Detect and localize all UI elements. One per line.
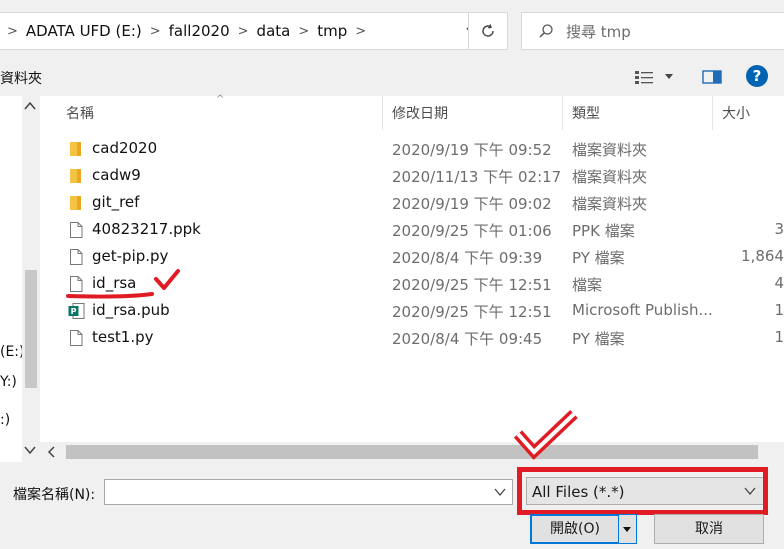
file-type: 檔案資料夾 [572,141,648,159]
nav-item-drive-e[interactable]: (E:) [0,344,25,360]
file-name: id_rsa.pub [92,301,170,319]
sort-ascending-icon: ^ [216,94,225,105]
file-name: 40823217.ppk [92,220,201,238]
file-date: 2020/9/25 下午 12:51 [392,303,552,321]
file-size: 3 [774,220,784,238]
file-type: PY 檔案 [572,249,625,267]
file-name: get-pip.py [92,247,169,265]
breadcrumb-separator-icon[interactable]: > [355,24,366,39]
column-divider[interactable] [562,96,563,130]
file-icon [70,249,83,265]
caret-down-icon[interactable] [664,73,674,81]
file-size: 1,864 [741,247,784,265]
file-row[interactable]: 40823217.ppk 2020/9/25 下午 01:06 PPK 檔案 3 [40,217,784,244]
file-type: PY 檔案 [572,330,625,348]
file-type: 檔案 [572,276,603,294]
annotation-highlight-box [517,467,768,515]
column-header-type[interactable]: 類型 [572,96,600,130]
open-split-button[interactable] [619,514,637,544]
file-icon [70,330,83,346]
column-header-date[interactable]: 修改日期 [392,96,448,130]
cancel-button[interactable]: 取消 [654,514,764,544]
horizontal-scrollbar[interactable] [40,442,784,462]
column-divider[interactable] [382,96,383,130]
caret-down-icon [623,527,631,532]
chevron-down-icon[interactable] [494,487,506,497]
file-type: 檔案資料夾 [572,168,648,186]
file-size: 1 [774,301,784,319]
file-name: git_ref [92,193,140,211]
file-date: 2020/8/4 下午 09:39 [392,249,543,267]
folder-icon [70,142,81,156]
horizontal-scrollbar-thumb[interactable] [66,445,758,459]
file-date: 2020/9/25 下午 01:06 [392,222,552,240]
breadcrumb-fall2020[interactable]: fall2020 [169,22,230,40]
breadcrumb-separator-icon[interactable]: > [238,24,249,39]
file-date: 2020/9/19 下午 09:02 [392,195,552,213]
file-type: Microsoft Publish... [572,301,712,319]
folder-icon [70,196,81,210]
svg-text:P: P [71,307,77,316]
breadcrumb-separator-icon[interactable]: > [7,24,18,39]
address-bar[interactable]: > ADATA UFD (E:) > fall2020 > data > tmp… [0,12,490,50]
file-type: PPK 檔案 [572,222,635,240]
scroll-down-icon[interactable] [23,444,37,456]
help-icon[interactable]: ? [746,65,768,87]
filename-input[interactable] [104,479,513,505]
file-name: cadw9 [92,166,141,184]
annotation-underline-check [66,269,180,299]
nav-item-drive-y[interactable]: Y:) [0,374,17,390]
open-button[interactable]: 開啟(O) [530,514,620,544]
search-box[interactable]: 搜尋 tmp [521,12,784,50]
column-header-name[interactable]: 名稱 [66,96,94,130]
file-size: 1 [774,328,784,346]
file-date: 2020/11/13 下午 02:17 [392,168,562,186]
file-row[interactable]: P id_rsa.pub 2020/9/25 下午 12:51 Microsof… [40,298,784,325]
file-date: 2020/9/19 下午 09:52 [392,141,552,159]
scroll-left-icon[interactable] [46,445,56,459]
file-row[interactable]: cadw9 2020/11/13 下午 02:17 檔案資料夾 [40,163,784,190]
file-name: cad2020 [92,139,158,157]
search-placeholder[interactable]: 搜尋 tmp [566,21,631,42]
search-icon [539,24,553,38]
breadcrumb-data[interactable]: data [257,22,291,40]
folder-icon [70,169,81,183]
refresh-icon [482,24,494,37]
file-row[interactable]: git_ref 2020/9/19 下午 09:02 檔案資料夾 [40,190,784,217]
file-row[interactable]: cad2020 2020/9/19 下午 09:52 檔案資料夾 [40,136,784,163]
breadcrumb-drive[interactable]: ADATA UFD (E:) [26,22,142,40]
file-size: 4 [774,274,784,292]
file-icon [70,222,83,238]
column-divider[interactable] [712,96,713,130]
preview-pane-icon[interactable] [702,69,722,85]
scroll-up-icon[interactable] [23,100,37,112]
filename-label: 檔案名稱(N): [13,487,96,503]
toolbar: 資料夾 ? [0,58,784,96]
file-date: 2020/9/25 下午 12:51 [392,276,552,294]
breadcrumb-separator-icon[interactable]: > [150,24,161,39]
nav-scrollbar-thumb[interactable] [25,270,37,388]
refresh-button[interactable] [468,12,508,50]
breadcrumb-tmp[interactable]: tmp [317,22,347,40]
file-row[interactable]: test1.py 2020/8/4 下午 09:45 PY 檔案 1 [40,325,784,352]
publisher-icon: P [68,303,85,319]
view-options-icon[interactable] [634,69,654,85]
column-header-size[interactable]: 大小 [722,96,750,130]
file-name: test1.py [92,328,154,346]
new-folder-button[interactable]: 資料夾 [0,68,42,88]
annotation-check-icon [514,410,578,460]
nav-item-drive[interactable]: :) [0,412,10,428]
file-type: 檔案資料夾 [572,195,648,213]
file-date: 2020/8/4 下午 09:45 [392,330,543,348]
breadcrumb-separator-icon[interactable]: > [298,24,309,39]
